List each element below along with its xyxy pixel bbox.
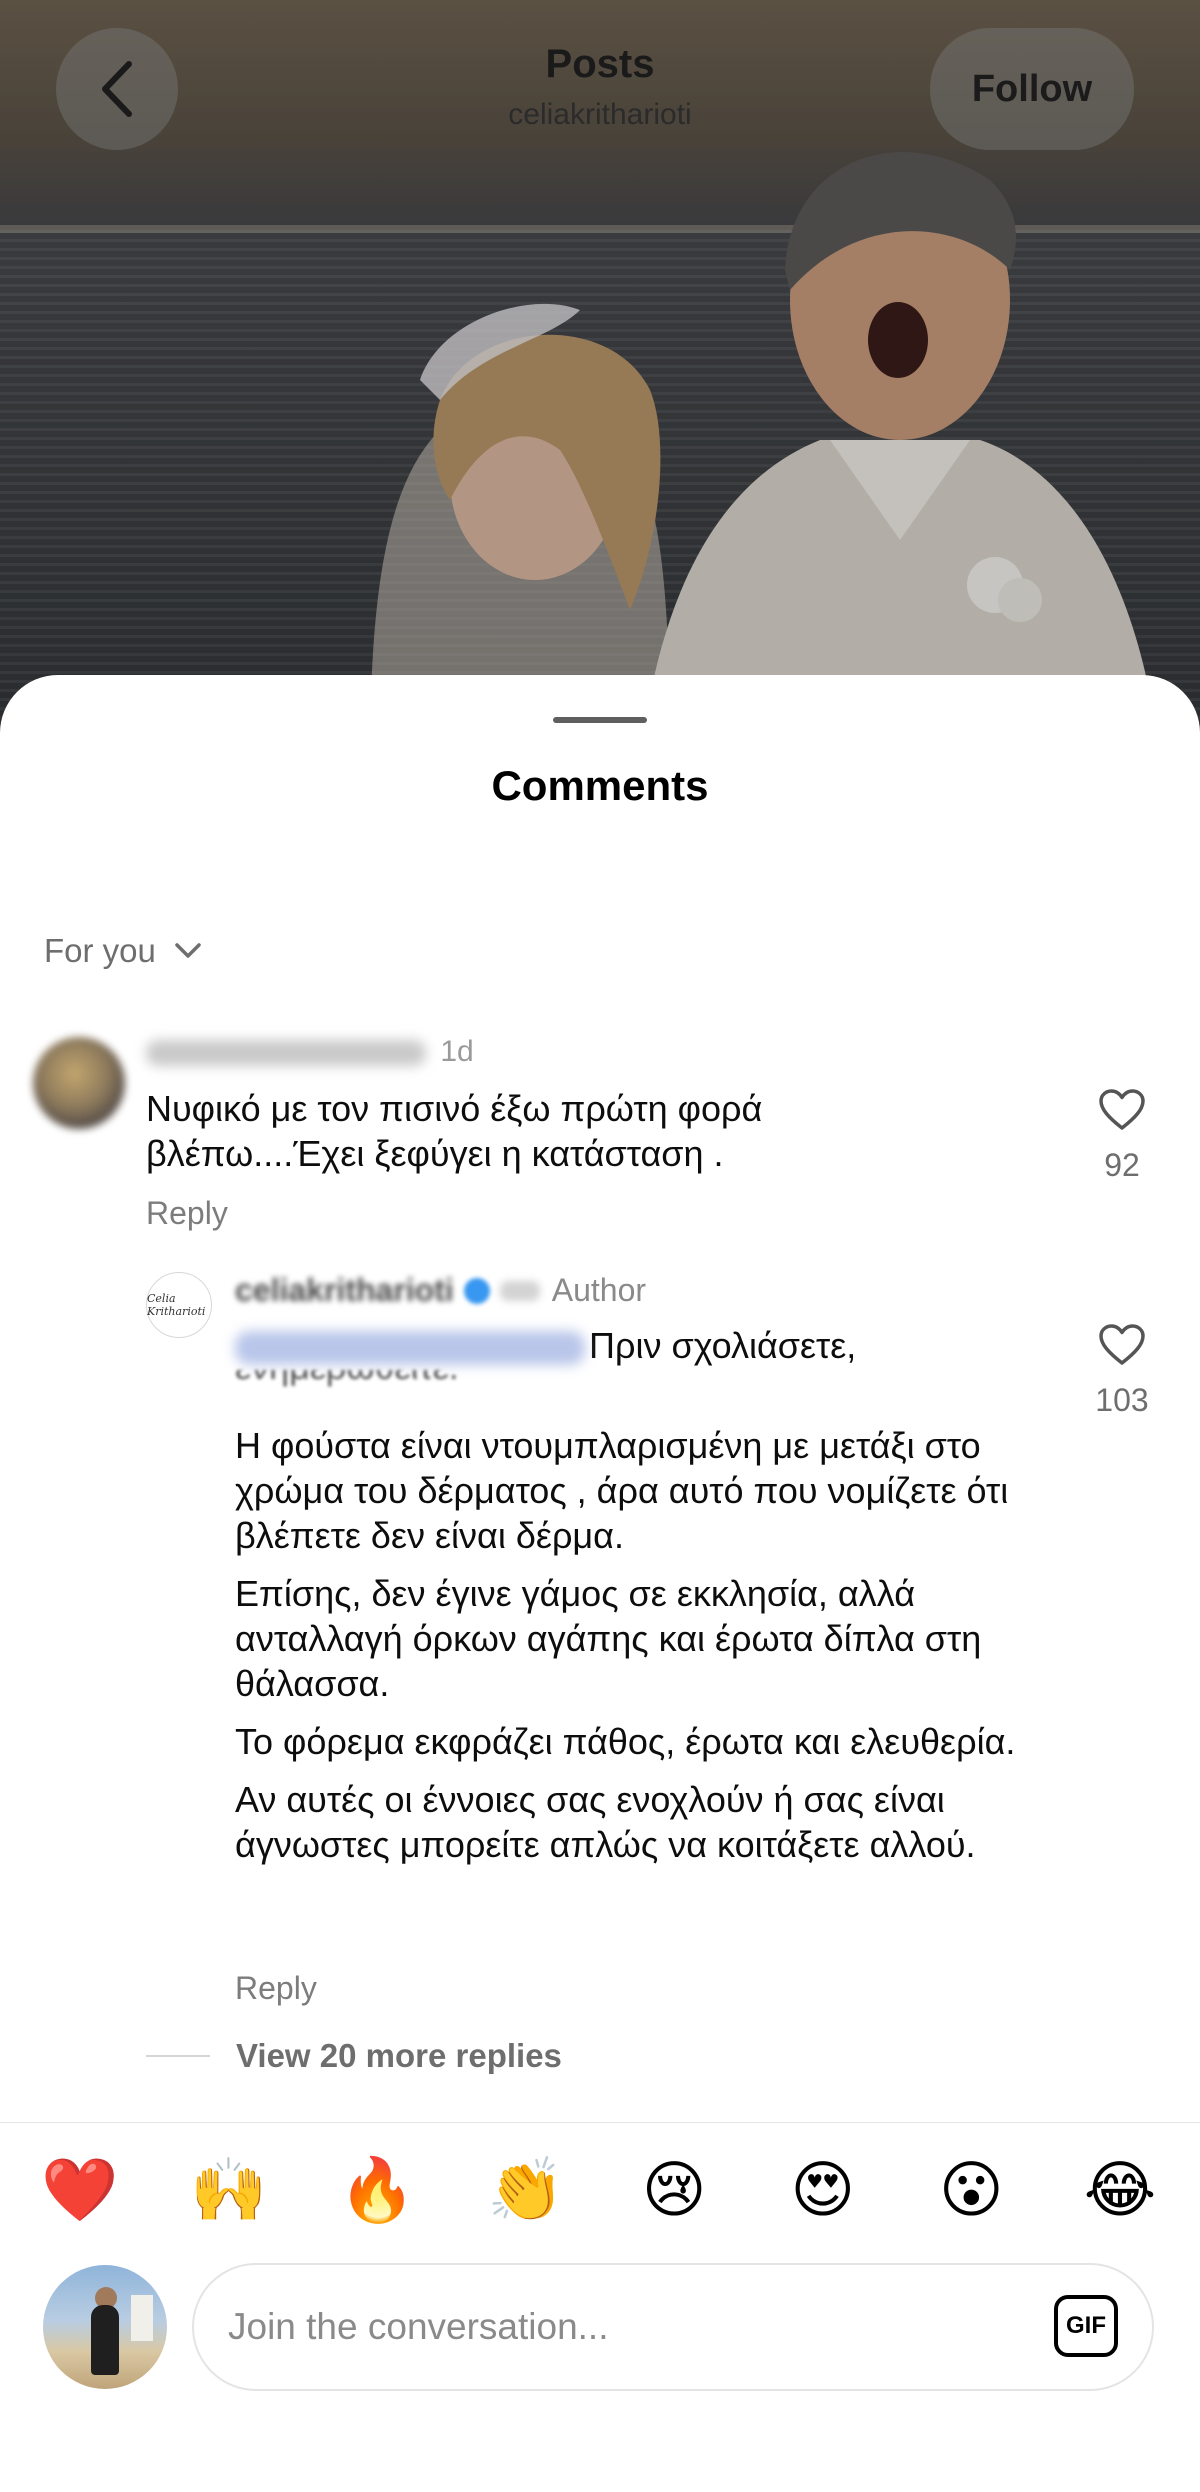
author-avatar-logo: Celia Kritharioti — [147, 1292, 206, 1318]
surprised-emoji-button[interactable]: 😮 — [931, 2151, 1011, 2231]
commenter-avatar[interactable] — [33, 1037, 125, 1129]
reply-button[interactable]: Reply — [146, 1195, 228, 1232]
fire-emoji-button[interactable]: 🔥 — [337, 2151, 417, 2231]
like-button[interactable]: 103 — [1082, 1323, 1162, 1419]
sort-label: For you — [44, 932, 156, 969]
author-badge: Author — [551, 1272, 647, 1308]
sort-dropdown[interactable]: For you — [44, 932, 202, 970]
reply-cut-line: ενημερωθείτε. — [235, 1370, 655, 1392]
blurred-mention[interactable] — [235, 1331, 585, 1366]
author-avatar[interactable]: Celia Kritharioti — [146, 1272, 212, 1338]
heart-eyes-emoji-button[interactable]: 😍 — [783, 2151, 863, 2231]
raised-hands-emoji-button[interactable]: 🙌 — [189, 2151, 269, 2231]
comment-meta: 1d — [146, 1035, 474, 1069]
verified-badge-icon — [463, 1277, 490, 1304]
laughing-emoji-button[interactable]: 😂 — [1080, 2151, 1160, 2231]
divider-line — [146, 2055, 210, 2057]
my-avatar[interactable] — [43, 2265, 167, 2389]
view-more-replies-label: View 20 more replies — [236, 2037, 562, 2074]
sheet-title: Comments — [491, 762, 709, 809]
emoji-reaction-bar: ❤️ 🙌 🔥 👏 😢 😍 😮 😂 — [0, 2122, 1200, 2252]
comments-sheet: Comments For you 1d Νυφικό με τον πισινό… — [0, 675, 1200, 2492]
heart-icon — [1099, 1089, 1145, 1130]
crying-emoji-button[interactable]: 😢 — [634, 2151, 714, 2231]
reply-first-line: Πριν σχολιάσετε, — [235, 1323, 856, 1368]
reply-paragraph: Επίσης, δεν έγινε γάμος σε εκκλησία, αλλ… — [235, 1573, 982, 1704]
reply-paragraph: Το φόρεμα εκφράζει πάθος, έρωτα και ελευ… — [235, 1721, 1016, 1762]
author-username[interactable]: celiakritharioti — [235, 1272, 454, 1309]
comment-text: Νυφικό με τον πισινό έξω πρώτη φορά βλέπ… — [146, 1088, 763, 1174]
blurred-time — [499, 1280, 540, 1301]
like-button[interactable]: 92 — [1082, 1088, 1162, 1184]
clapping-emoji-button[interactable]: 👏 — [486, 2151, 566, 2231]
heart-emoji-button[interactable]: ❤️ — [40, 2151, 120, 2231]
reply-body: Η φούστα είναι ντουμπλαρισμένη με μετάξι… — [235, 1423, 1035, 1880]
view-more-replies-button[interactable]: View 20 more replies — [146, 2037, 562, 2075]
blurred-username[interactable] — [146, 1040, 426, 1067]
reply-meta: celiakritharioti Author — [235, 1272, 646, 1309]
comment-input[interactable]: Join the conversation... GIF — [192, 2263, 1154, 2391]
reply-button[interactable]: Reply — [235, 1970, 317, 2007]
reply-paragraph: Η φούστα είναι ντουμπλαρισμένη με μετάξι… — [235, 1425, 1009, 1556]
comment-input-placeholder: Join the conversation... — [228, 2306, 609, 2347]
gif-button[interactable]: GIF — [1054, 2295, 1118, 2357]
sheet-drag-handle[interactable] — [553, 717, 647, 723]
follow-button[interactable]: Follow — [930, 28, 1134, 150]
like-count: 92 — [1104, 1147, 1140, 1183]
heart-icon — [1099, 1324, 1145, 1365]
comment-age: 1d — [440, 1035, 474, 1068]
reply-cut-text: ενημερωθείτε. — [235, 1370, 459, 1387]
chevron-down-icon — [175, 943, 201, 958]
like-count: 103 — [1095, 1382, 1149, 1418]
reply-paragraph: Αν αυτές οι έννοιες σας ενοχλούν ή σας ε… — [235, 1779, 976, 1865]
reply-first-text: Πριν σχολιάσετε, — [589, 1325, 857, 1366]
